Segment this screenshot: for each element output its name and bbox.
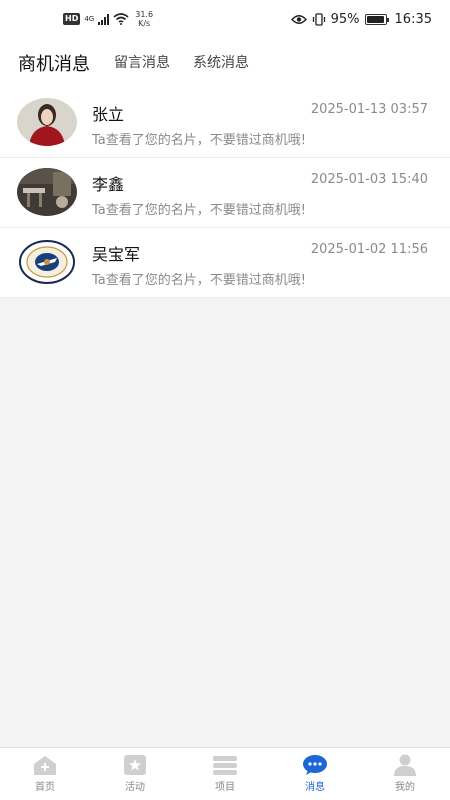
- profile-icon: [394, 754, 416, 776]
- nav-messages[interactable]: 消息: [270, 748, 360, 800]
- list-item[interactable]: 李鑫 2025-01-03 15:40 Ta查看了您的名片，不要错过商机哦!: [0, 158, 450, 228]
- nav-profile-label: 我的: [395, 782, 415, 793]
- nav-activity[interactable]: 活动: [90, 748, 180, 800]
- wifi-icon: [113, 13, 129, 25]
- message-icon: [303, 755, 327, 775]
- vibrate-icon: [312, 13, 325, 26]
- net-speed-unit: K/s: [138, 19, 151, 28]
- tab-system-messages[interactable]: 系统消息: [193, 52, 249, 72]
- tab-business-messages[interactable]: 商机消息: [18, 50, 90, 76]
- network-type: 4G: [84, 14, 95, 23]
- net-speed: 31.6 K/s: [135, 10, 153, 28]
- bottom-tab-bar: 首页 活动 项目 消息 我的: [0, 747, 450, 800]
- avatar: [17, 238, 77, 286]
- photo-woman-red-avatar: [17, 98, 77, 146]
- status-right: 95% 16:35: [290, 12, 432, 27]
- tab-comment-messages[interactable]: 留言消息: [114, 52, 170, 72]
- nav-activity-label: 活动: [125, 782, 145, 793]
- activity-icon: [124, 755, 146, 775]
- nav-home[interactable]: 首页: [0, 748, 90, 800]
- emblem-logo-avatar: [17, 238, 77, 286]
- message-list: 张立 2025-01-13 03:57 Ta查看了您的名片，不要错过商机哦! 李…: [0, 88, 450, 298]
- avatar: [17, 98, 77, 146]
- contact-name: 吴宝军: [92, 245, 141, 264]
- battery-icon: [364, 14, 389, 25]
- message-time: 2025-01-13 03:57: [310, 102, 428, 117]
- contact-name: 李鑫: [92, 175, 125, 194]
- nav-profile[interactable]: 我的: [360, 748, 450, 800]
- net-speed-value: 31.6: [135, 10, 154, 19]
- list-item[interactable]: 吴宝军 2025-01-02 11:56 Ta查看了您的名片，不要错过商机哦!: [0, 228, 450, 298]
- hd-badge: HD: [63, 13, 81, 25]
- photo-interior-avatar: [17, 168, 77, 216]
- battery-percent: 95%: [330, 12, 360, 27]
- clock: 16:35: [394, 12, 432, 27]
- message-preview: Ta查看了您的名片，不要错过商机哦!: [92, 273, 306, 288]
- nav-home-label: 首页: [35, 782, 55, 793]
- message-preview: Ta查看了您的名片，不要错过商机哦!: [92, 133, 306, 148]
- nav-messages-label: 消息: [305, 782, 325, 793]
- avatar: [17, 168, 77, 216]
- status-left: HD 4G 31.6 K/s: [63, 10, 153, 28]
- message-tabs: 商机消息 留言消息 系统消息: [0, 40, 450, 88]
- list-item[interactable]: 张立 2025-01-13 03:57 Ta查看了您的名片，不要错过商机哦!: [0, 88, 450, 158]
- message-time: 2025-01-02 11:56: [310, 242, 428, 257]
- home-icon: [34, 756, 56, 775]
- contact-name: 张立: [92, 105, 125, 124]
- battery-fill: [366, 16, 384, 23]
- status-bar: HD 4G 31.6 K/s 95% 16:35: [0, 0, 450, 40]
- project-icon: [213, 756, 237, 775]
- nav-project[interactable]: 项目: [180, 748, 270, 800]
- message-time: 2025-01-03 15:40: [310, 172, 428, 187]
- nav-project-label: 项目: [215, 782, 235, 793]
- message-preview: Ta查看了您的名片，不要错过商机哦!: [92, 203, 306, 218]
- signal-icon: [98, 13, 110, 25]
- eye-icon: [290, 15, 307, 24]
